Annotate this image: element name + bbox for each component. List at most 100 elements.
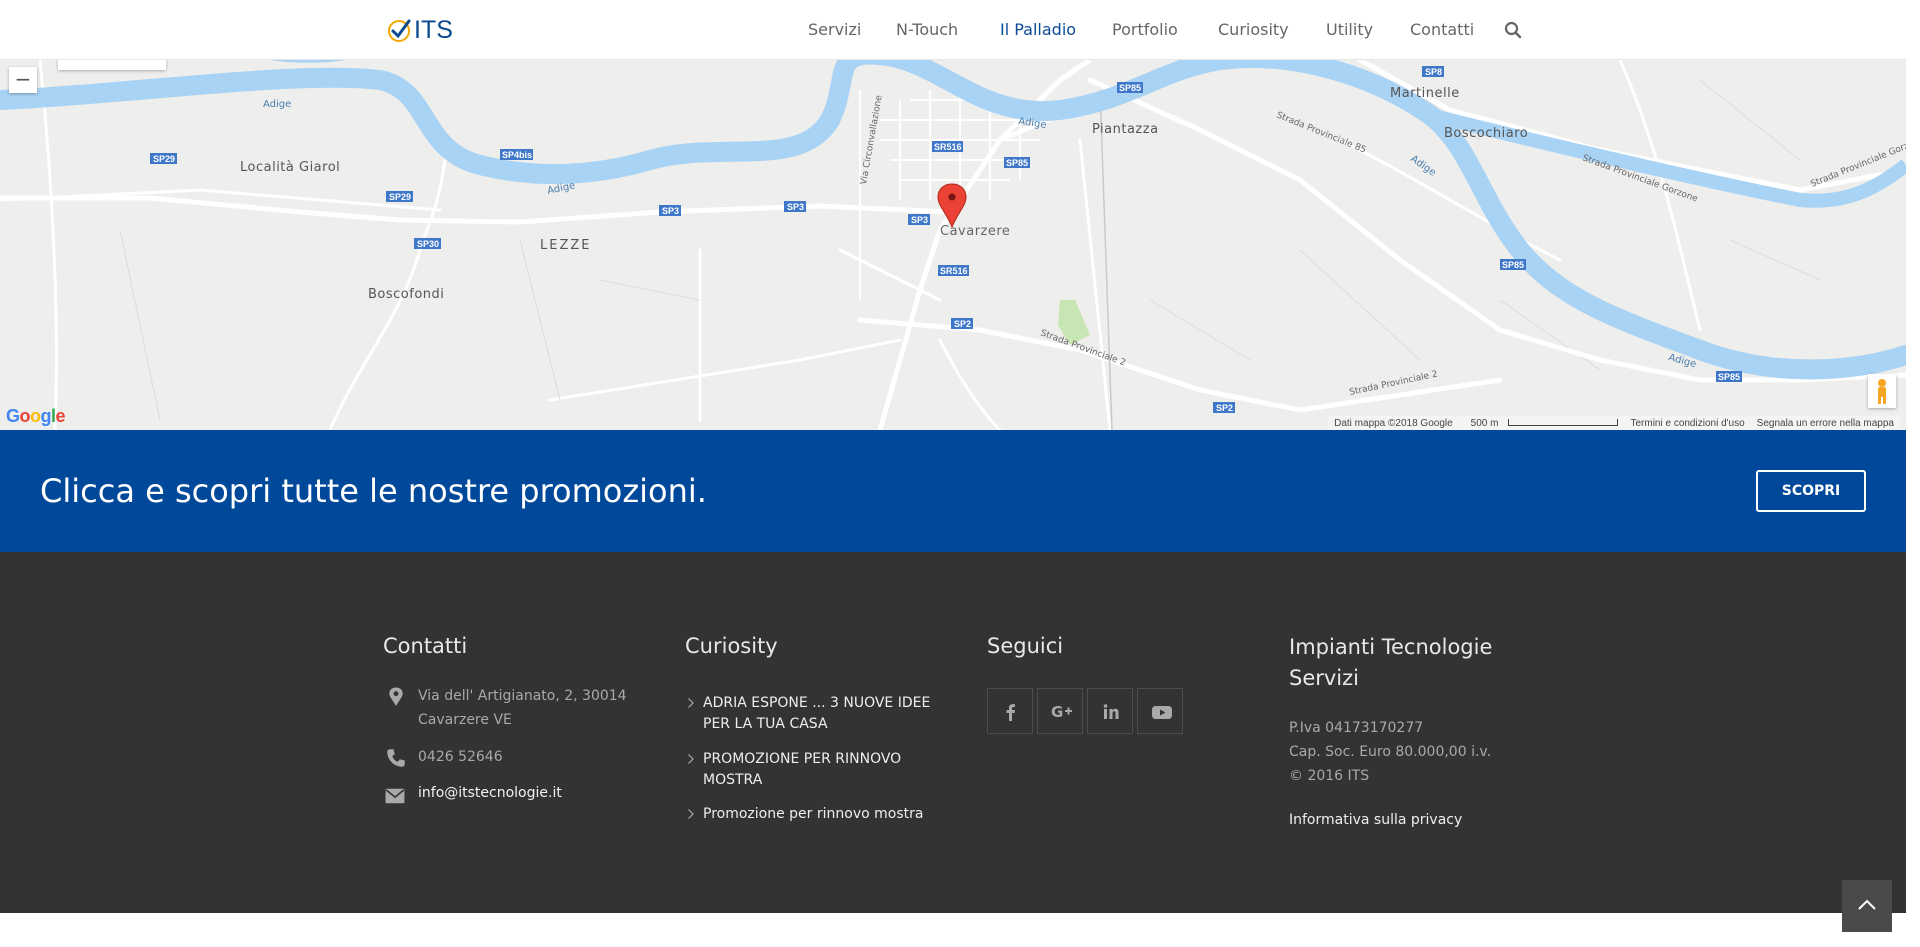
river-label: Adige — [263, 99, 291, 110]
nav-item-il-palladio[interactable]: Il Palladio — [1000, 20, 1076, 39]
place-label: Boscofondi — [368, 287, 444, 302]
curiosity-item-2[interactable]: PROMOZIONE PER RINNOVO MOSTRA — [703, 749, 901, 791]
road-shield: SP3 — [784, 201, 806, 212]
footer-its-title-line1: Impianti Tecnologie — [1289, 635, 1493, 659]
svg-text:SR516: SR516 — [934, 142, 962, 152]
map[interactable]: SP29 SP4bis SP29 SP30 SP3 SP3 SP3 SR516 … — [0, 0, 1906, 430]
road-shield: SP3 — [659, 205, 681, 216]
curiosity-item-3[interactable]: Promozione per rinnovo mostra — [703, 804, 923, 825]
place-label: Boscochiaro — [1444, 126, 1528, 141]
chevron-up-icon — [1858, 899, 1876, 910]
road-shield: SP30 — [414, 238, 441, 249]
youtube-button[interactable] — [1137, 688, 1183, 734]
chevron-right-icon — [688, 698, 694, 708]
svg-text:SP4bis: SP4bis — [502, 150, 532, 160]
road-name-label: Strada Provinciale 85 — [1275, 111, 1367, 156]
road-shield: SP29 — [150, 153, 177, 164]
svg-text:SP85: SP85 — [1502, 260, 1524, 270]
footer-contatti-title: Contatti — [383, 634, 468, 658]
road-shield: SP85 — [1117, 82, 1143, 93]
logo-text: ITS — [414, 15, 453, 44]
road-shield: SP85 — [1500, 259, 1526, 270]
svg-text:SP2: SP2 — [1216, 403, 1233, 413]
road-shield: SP8 — [1422, 66, 1444, 77]
privacy-policy-link[interactable]: Informativa sulla privacy — [1289, 812, 1462, 828]
place-label: Piantazza — [1092, 122, 1159, 137]
curiosity-item-2-line1: PROMOZIONE PER RINNOVO — [703, 751, 902, 767]
map-canvas[interactable]: SP29 SP4bis SP29 SP30 SP3 SP3 SP3 SR516 … — [0, 0, 1906, 430]
google-logo[interactable]: Google — [6, 406, 66, 427]
place-label: Martinelle — [1390, 86, 1460, 101]
linkedin-icon — [1103, 704, 1119, 719]
road-shield: SP2 — [951, 318, 973, 329]
map-marker-icon[interactable] — [937, 183, 967, 229]
footer-capitale: Cap. Soc. Euro 80.000,00 i.v. — [1289, 744, 1492, 760]
footer-its-title: Impianti Tecnologie Servizi — [1289, 632, 1492, 694]
nav-item-portfolio[interactable]: Portfolio — [1112, 20, 1178, 39]
site-header: ITS Servizi N-Touch Il Palladio Portfoli… — [0, 0, 1906, 60]
map-scale[interactable]: 500 m — [1459, 418, 1625, 429]
road-shield: SR516 — [938, 265, 969, 276]
footer-copyright: © 2016 ITS — [1289, 768, 1370, 784]
promo-banner: Clicca e scopri tutte le nostre promozio… — [0, 430, 1906, 552]
river-label: Adige — [1408, 153, 1437, 178]
google-plus-icon: G — [1051, 703, 1072, 721]
map-attribution: Dati mappa ©2018 Google — [1334, 417, 1453, 429]
footer-curiosity-title: Curiosity — [685, 634, 778, 658]
nav-item-utility[interactable]: Utility — [1326, 20, 1373, 39]
svg-text:SP3: SP3 — [911, 215, 928, 225]
curiosity-item-1-line2: PER LA TUA CASA — [703, 716, 828, 732]
road-shield: SP3 — [908, 214, 930, 225]
footer-address-line2: Cavarzere VE — [418, 712, 512, 728]
place-label: Cavarzere — [940, 224, 1010, 239]
map-report-link[interactable]: Segnala un errore nella mappa — [1751, 418, 1900, 429]
chevron-right-icon — [688, 754, 694, 764]
svg-text:SP30: SP30 — [417, 239, 439, 249]
svg-text:SP85: SP85 — [1119, 83, 1141, 93]
curiosity-item-1-line1: ADRIA ESPONE ... 3 NUOVE IDEE — [703, 695, 931, 711]
promo-text: Clicca e scopri tutte le nostre promozio… — [40, 472, 707, 510]
curiosity-item-1[interactable]: ADRIA ESPONE ... 3 NUOVE IDEE PER LA TUA… — [703, 693, 930, 735]
road-shield: SR516 — [932, 141, 963, 152]
nav-item-curiosity[interactable]: Curiosity — [1218, 20, 1289, 39]
footer-phone: 0426 52646 — [418, 749, 503, 765]
svg-text:G: G — [1051, 703, 1063, 721]
map-attribution-bar: Dati mappa ©2018 Google 500 m Termini e … — [1328, 416, 1900, 430]
nav-item-contatti[interactable]: Contatti — [1410, 20, 1474, 39]
nav-item-servizi[interactable]: Servizi — [808, 20, 861, 39]
scale-bar — [1508, 419, 1619, 427]
site-logo[interactable]: ITS — [386, 16, 453, 44]
google-plus-button[interactable]: G — [1037, 688, 1083, 734]
youtube-icon — [1152, 706, 1172, 719]
envelope-icon — [385, 788, 405, 804]
svg-text:SP85: SP85 — [1718, 372, 1740, 382]
chevron-right-icon — [688, 809, 694, 819]
footer-address-line1: Via dell' Artigianato, 2, 30014 — [418, 688, 627, 704]
place-label: LEZZE — [540, 238, 591, 253]
zoom-out-button[interactable]: − — [9, 67, 37, 93]
facebook-icon — [1006, 704, 1015, 721]
nav-item-n-touch[interactable]: N-Touch — [896, 20, 958, 39]
svg-text:SP3: SP3 — [787, 202, 804, 212]
scopri-button[interactable]: SCOPRI — [1756, 470, 1866, 512]
scroll-to-top-button[interactable] — [1842, 880, 1892, 932]
svg-text:SR516: SR516 — [940, 266, 968, 276]
map-pin-icon — [389, 687, 403, 706]
footer-email-link[interactable]: info@itstecnologie.it — [418, 781, 562, 805]
map-terms-link[interactable]: Termini e condizioni d'uso — [1624, 418, 1750, 429]
search-icon[interactable] — [1504, 21, 1524, 41]
footer-seguici-title: Seguici — [987, 634, 1064, 658]
place-label: Località Giarol — [240, 160, 340, 175]
svg-text:SP3: SP3 — [662, 206, 679, 216]
svg-text:SP85: SP85 — [1006, 158, 1028, 168]
linkedin-button[interactable] — [1087, 688, 1133, 734]
footer-piva: P.Iva 04173170277 — [1289, 720, 1424, 736]
facebook-button[interactable] — [987, 688, 1033, 734]
road-shield: SP2 — [1213, 402, 1235, 413]
svg-text:SP29: SP29 — [153, 154, 175, 164]
site-footer: Contatti Via dell' Artigianato, 2, 30014… — [0, 552, 1906, 913]
road-shield: SP85 — [1716, 371, 1742, 382]
pegman-icon[interactable] — [1868, 374, 1896, 408]
svg-text:SP8: SP8 — [1425, 67, 1442, 77]
road-shield: SP29 — [386, 191, 413, 202]
